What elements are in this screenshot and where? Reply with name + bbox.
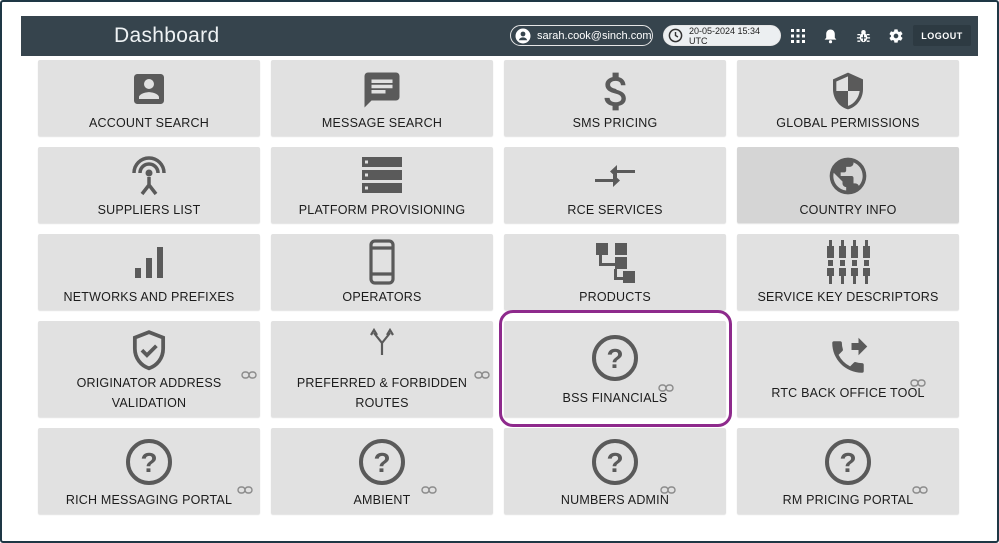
- tile-rce-services[interactable]: RCE SERVICES: [504, 147, 726, 223]
- verified-shield-icon: [38, 329, 260, 373]
- tile-label: AMBIENT: [353, 493, 411, 507]
- dollar-icon: [504, 70, 726, 112]
- tile-platform-provisioning[interactable]: PLATFORM PROVISIONING: [271, 147, 493, 223]
- user-icon: [515, 28, 531, 44]
- clock-icon: [668, 28, 683, 44]
- svg-text:?: ?: [606, 343, 623, 374]
- tile-label-line1: PREFERRED & FORBIDDEN: [296, 376, 468, 390]
- signal-bars-icon: [38, 244, 260, 280]
- tile-sms-pricing[interactable]: SMS PRICING: [504, 60, 726, 136]
- tile-rm-pricing-portal[interactable]: ? RM PRICING PORTAL: [737, 428, 959, 514]
- tile-label: RCE SERVICES: [567, 203, 663, 217]
- dashboard-grid: ACCOUNT SEARCH MESSAGE SEARCH SMS PRICIN…: [21, 56, 978, 518]
- link-icon: [237, 486, 253, 494]
- tile-rich-messaging-portal[interactable]: ? RICH MESSAGING PORTAL: [38, 428, 260, 514]
- link-icon: [421, 486, 437, 494]
- tile-message-search[interactable]: MESSAGE SEARCH: [271, 60, 493, 136]
- link-icon: [658, 384, 674, 392]
- app-frame: Dashboard sarah.cook@sinch.com 20-05-202…: [0, 0, 999, 543]
- tile-label: PLATFORM PROVISIONING: [298, 203, 466, 217]
- shield-icon: [737, 68, 959, 114]
- tile-suppliers-list[interactable]: SUPPLIERS LIST: [38, 147, 260, 223]
- tile-account-search[interactable]: ACCOUNT SEARCH: [38, 60, 260, 136]
- logout-button[interactable]: LOGOUT: [913, 25, 971, 46]
- bug-icon[interactable]: [852, 25, 874, 47]
- tile-label: SUPPLIERS LIST: [97, 203, 201, 217]
- tile-label: SERVICE KEY DESCRIPTORS: [757, 290, 939, 304]
- link-icon: [474, 371, 490, 379]
- link-icon: [910, 379, 926, 387]
- page-title: Dashboard: [114, 24, 220, 47]
- svg-text:?: ?: [839, 447, 856, 478]
- tile-numbers-admin[interactable]: ? NUMBERS ADMIN: [504, 428, 726, 514]
- user-email: sarah.cook@sinch.com: [537, 29, 652, 42]
- account-box-icon: [38, 69, 260, 109]
- user-account-button[interactable]: sarah.cook@sinch.com: [510, 25, 653, 46]
- tile-ambient[interactable]: ? AMBIENT: [271, 428, 493, 514]
- tile-originator-address-validation[interactable]: ORIGINATOR ADDRESS VALIDATION: [38, 321, 260, 417]
- tile-label: OPERATORS: [342, 290, 422, 304]
- tile-preferred-forbidden-routes[interactable]: PREFERRED & FORBIDDEN ROUTES: [271, 321, 493, 417]
- svg-text:?: ?: [606, 447, 623, 478]
- datetime-badge: 20-05-2024 15:34 UTC: [663, 25, 781, 46]
- help-circle-icon: ?: [504, 438, 726, 486]
- top-bar: Dashboard sarah.cook@sinch.com 20-05-202…: [21, 16, 978, 56]
- link-icon: [241, 371, 257, 379]
- tile-operators[interactable]: OPERATORS: [271, 234, 493, 310]
- tile-label: ACCOUNT SEARCH: [89, 116, 209, 130]
- compare-arrows-icon: [504, 161, 726, 191]
- tile-label: NUMBERS ADMIN: [560, 493, 670, 507]
- tile-label: PRODUCTS: [579, 290, 651, 304]
- svg-text:?: ?: [373, 447, 390, 478]
- message-icon: [271, 69, 493, 111]
- help-circle-icon: ?: [38, 438, 260, 486]
- tile-products[interactable]: PRODUCTS: [504, 234, 726, 310]
- tile-label-line1: ORIGINATOR ADDRESS: [76, 376, 222, 390]
- tile-label: RICH MESSAGING PORTAL: [65, 493, 233, 507]
- tile-country-info[interactable]: COUNTRY INFO: [737, 147, 959, 223]
- help-circle-icon: ?: [737, 438, 959, 486]
- tile-bss-financials[interactable]: ? BSS FINANCIALS: [504, 321, 726, 417]
- tile-label: COUNTRY INFO: [799, 203, 897, 217]
- tile-rtc-back-office-tool[interactable]: RTC BACK OFFICE TOOL: [737, 321, 959, 417]
- tile-label-line2: VALIDATION: [111, 396, 187, 410]
- merge-arrows-icon: [271, 327, 493, 357]
- tile-label: BSS FINANCIALS: [562, 391, 668, 405]
- antenna-icon: [38, 153, 260, 197]
- help-circle-icon: ?: [271, 438, 493, 486]
- tile-label: MESSAGE SEARCH: [321, 116, 443, 130]
- datetime-text: 20-05-2024 15:34 UTC: [689, 25, 761, 46]
- tile-networks-and-prefixes[interactable]: NETWORKS AND PREFIXES: [38, 234, 260, 310]
- link-icon: [912, 486, 928, 494]
- tile-label: SMS PRICING: [572, 116, 658, 130]
- apps-grid-icon[interactable]: [787, 25, 809, 47]
- globe-icon: [737, 154, 959, 198]
- tile-label: NETWORKS AND PREFIXES: [63, 290, 235, 304]
- bell-icon[interactable]: [819, 25, 841, 47]
- server-icon: [271, 156, 493, 194]
- phone-icon: [271, 239, 493, 285]
- phone-forward-icon: [737, 336, 959, 378]
- hierarchy-icon: [504, 240, 726, 284]
- svg-text:?: ?: [140, 447, 157, 478]
- link-icon: [660, 486, 676, 494]
- cable-icon: [737, 238, 959, 286]
- help-circle-icon: ?: [504, 334, 726, 382]
- gear-icon[interactable]: [885, 25, 907, 47]
- tile-service-key-descriptors[interactable]: SERVICE KEY DESCRIPTORS: [737, 234, 959, 310]
- tile-label: GLOBAL PERMISSIONS: [776, 116, 920, 130]
- tile-global-permissions[interactable]: GLOBAL PERMISSIONS: [737, 60, 959, 136]
- tile-label-line2: ROUTES: [355, 396, 409, 410]
